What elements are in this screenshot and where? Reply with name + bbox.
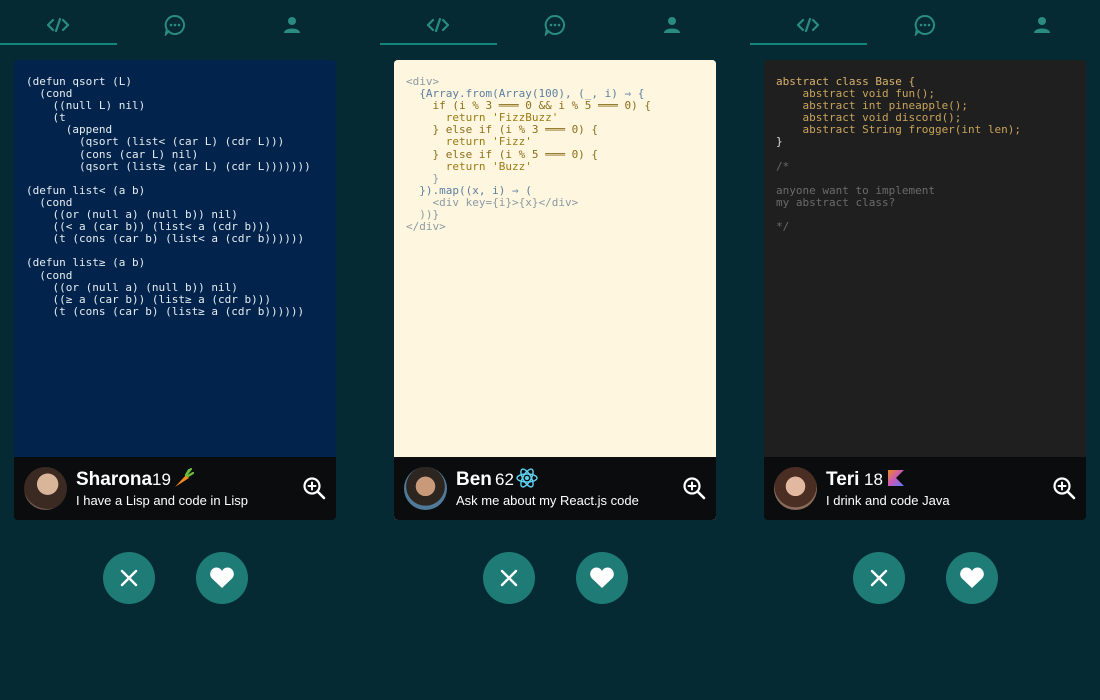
like-button[interactable] xyxy=(196,552,248,604)
active-tab-indicator xyxy=(0,43,117,45)
profile-age: 18 xyxy=(864,470,883,489)
person-icon xyxy=(1034,17,1050,33)
profile-age: 19 xyxy=(152,470,171,489)
person-icon xyxy=(284,17,300,33)
profile-bio: I have a Lisp and code in Lisp xyxy=(76,493,249,508)
tab-profile[interactable] xyxy=(652,10,692,40)
close-x-icon xyxy=(870,569,888,587)
code-snippet: (defun qsort (L) (cond ((null L) nil) (t… xyxy=(14,60,336,457)
like-button[interactable] xyxy=(946,552,998,604)
heart-icon xyxy=(210,567,234,588)
avatar xyxy=(24,467,67,510)
active-tab-indicator xyxy=(750,43,867,45)
tab-chat[interactable] xyxy=(535,10,575,40)
avatar xyxy=(774,467,817,510)
chat-icon xyxy=(164,14,186,36)
tab-bar xyxy=(380,0,730,46)
reject-button[interactable] xyxy=(103,552,155,604)
tab-profile[interactable] xyxy=(1022,10,1062,40)
person-icon xyxy=(664,17,680,33)
heart-icon xyxy=(960,567,984,588)
active-tab-indicator xyxy=(380,43,497,45)
heart-icon xyxy=(590,567,614,588)
code-icon xyxy=(47,17,69,33)
tab-chat[interactable] xyxy=(905,10,945,40)
reject-button[interactable] xyxy=(853,552,905,604)
zoom-in-icon[interactable] xyxy=(1052,476,1076,500)
code-icon xyxy=(427,17,449,33)
close-x-icon xyxy=(120,569,138,587)
profile-info-bar: Sharona 19 I have a Lisp and code in Lis… xyxy=(14,457,336,520)
close-x-icon xyxy=(500,569,518,587)
profile-name: Sharona xyxy=(76,469,153,490)
zoom-in-icon[interactable] xyxy=(682,476,706,500)
like-button[interactable] xyxy=(576,552,628,604)
carrot-icon xyxy=(175,467,195,487)
profile-age: 62 xyxy=(495,470,514,489)
tab-bar xyxy=(750,0,1100,46)
tab-chat[interactable] xyxy=(155,10,195,40)
panel-teri: abstract class Base { abstract void fun(… xyxy=(750,0,1100,700)
chat-icon xyxy=(914,14,936,36)
profile-name: Teri xyxy=(826,469,860,490)
profile-card[interactable]: abstract class Base { abstract void fun(… xyxy=(764,60,1086,520)
tab-profile[interactable] xyxy=(272,10,312,40)
profile-bio: I drink and code Java xyxy=(826,493,950,508)
code-snippet: <div> {Array.from(Array(100), (_, i) ⇒ {… xyxy=(394,60,716,457)
profile-card[interactable]: <div> {Array.from(Array(100), (_, i) ⇒ {… xyxy=(394,60,716,520)
tab-bar xyxy=(0,0,350,46)
react-atom-icon xyxy=(516,468,538,488)
profile-info-bar: Teri 18 I drink and code Java xyxy=(764,457,1086,520)
tab-code[interactable] xyxy=(788,10,828,40)
profile-bio: Ask me about my React.js code xyxy=(456,493,639,508)
avatar xyxy=(404,467,447,510)
tab-code[interactable] xyxy=(418,10,458,40)
code-icon xyxy=(797,17,819,33)
profile-info-bar: Ben 62 Ask me about my React.js code xyxy=(394,457,716,520)
profile-name: Ben xyxy=(456,469,492,490)
code-snippet: abstract class Base { abstract void fun(… xyxy=(764,60,1086,457)
reject-button[interactable] xyxy=(483,552,535,604)
profile-card[interactable]: (defun qsort (L) (cond ((null L) nil) (t… xyxy=(14,60,336,520)
tab-code[interactable] xyxy=(38,10,78,40)
panel-ben: <div> {Array.from(Array(100), (_, i) ⇒ {… xyxy=(380,0,730,700)
chat-icon xyxy=(544,14,566,36)
zoom-in-icon[interactable] xyxy=(302,476,326,500)
panel-sharona: (defun qsort (L) (cond ((null L) nil) (t… xyxy=(0,0,350,700)
kotlin-logo-icon xyxy=(888,470,904,486)
